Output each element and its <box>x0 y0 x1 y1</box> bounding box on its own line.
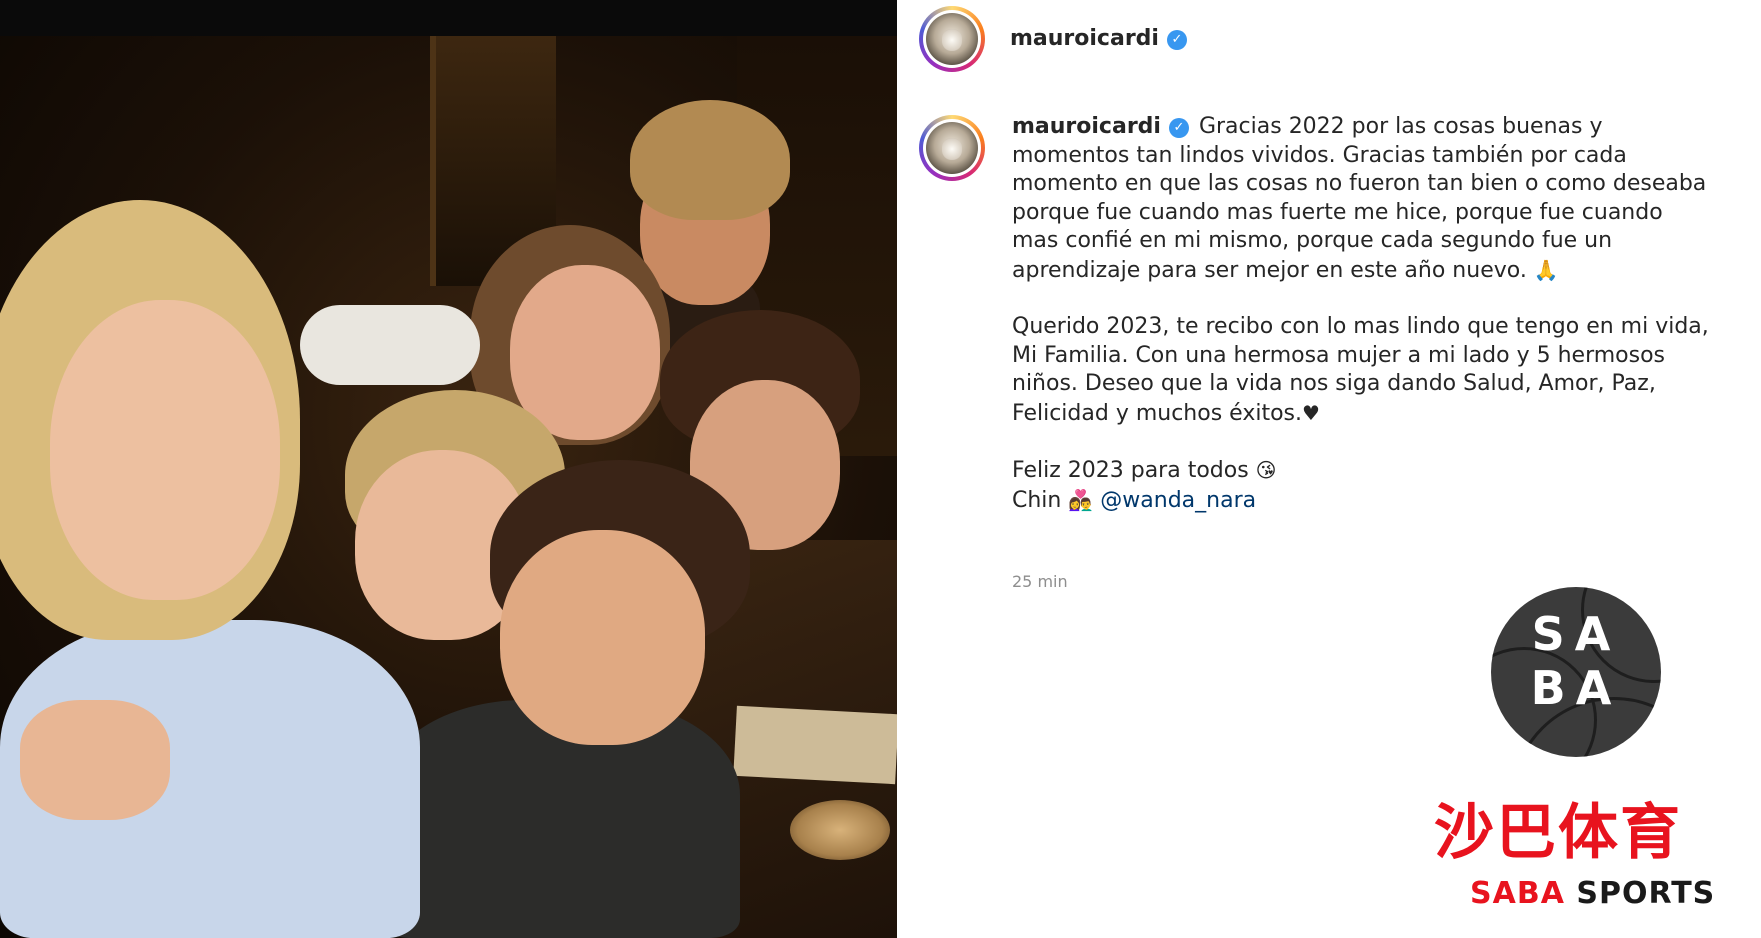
person-face <box>50 300 280 600</box>
caption-avatar[interactable] <box>919 115 985 181</box>
header-username-text[interactable]: mauroicardi <box>1010 26 1159 51</box>
person-arm <box>300 305 480 385</box>
lion-avatar-icon <box>926 122 978 174</box>
person-hair <box>630 100 790 220</box>
person-face <box>500 530 705 745</box>
caption-paragraph-1: mauroicardi ✓ Gracias 2022 por las cosas b… <box>1012 113 1712 285</box>
caption-line-3: Feliz 2023 para todos 😘 <box>1012 458 1277 483</box>
post-photo <box>0 0 897 938</box>
photo-top-band <box>0 0 897 36</box>
saba-english-wordmark: SABA SPORTS <box>1470 876 1716 911</box>
saba-chinese-wordmark: 沙巴体育 <box>1434 798 1682 868</box>
profile-avatar[interactable] <box>919 6 985 72</box>
menu-paper <box>733 705 897 785</box>
saba-logo-icon: SA BA <box>1491 587 1661 757</box>
couple-icon: 👩‍❤️‍👨 <box>1068 487 1094 512</box>
verified-badge-icon: ✓ <box>1168 118 1189 138</box>
lion-avatar-icon <box>926 13 978 65</box>
caption-username[interactable]: mauroicardi ✓ <box>1012 114 1189 139</box>
caption-line-4: Chin 👩‍❤️‍👨 @wanda_nara <box>1012 487 1257 513</box>
kiss-icon: 😘 <box>1255 458 1277 482</box>
pray-icon: 🙏 <box>1533 257 1559 282</box>
mention-link[interactable]: @wanda_nara <box>1100 488 1256 513</box>
verified-badge-icon: ✓ <box>1166 30 1187 50</box>
saba-logo-letters: SA BA <box>1530 607 1622 715</box>
caption-paragraph-2: Querido 2023, te recibo con lo mas lindo… <box>1012 313 1712 428</box>
person-hand <box>20 700 170 820</box>
header-username[interactable]: mauroicardi ✓ <box>1010 26 1187 51</box>
heart-icon: ♥ <box>1302 400 1320 425</box>
post-timestamp[interactable]: 25 min <box>1012 572 1068 591</box>
caption-text-1: Gracias 2022 por las cosas buenas y mome… <box>1012 114 1707 283</box>
caption-text-2: Querido 2023, te recibo con lo mas lindo… <box>1012 314 1709 426</box>
plate <box>790 800 890 860</box>
post-caption: mauroicardi ✓ Gracias 2022 por las cosas b… <box>1012 113 1712 515</box>
